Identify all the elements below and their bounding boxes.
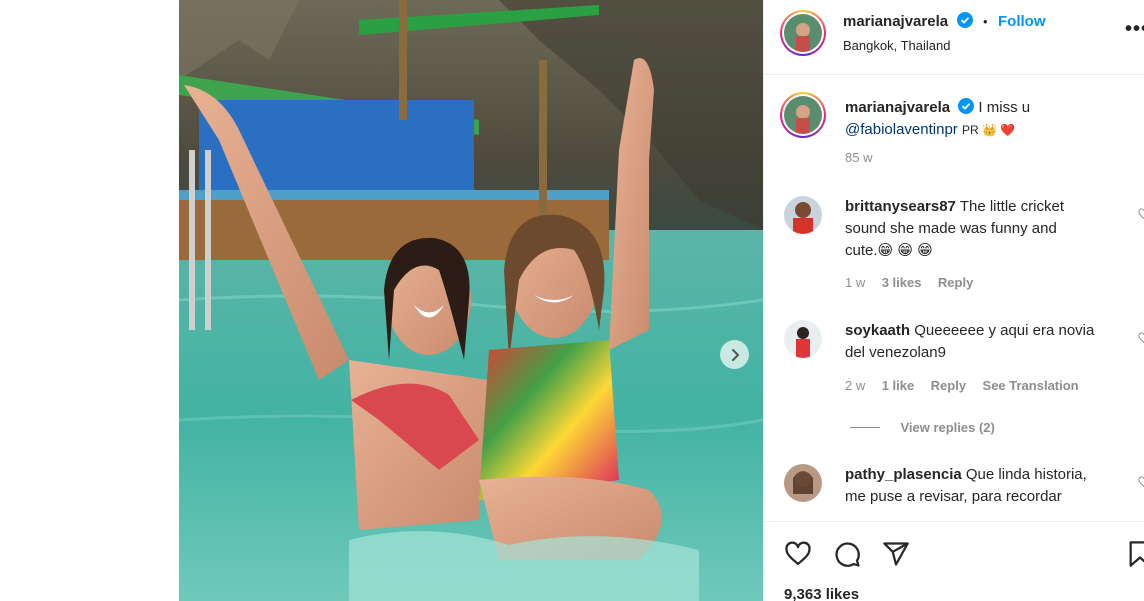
heart-icon[interactable] [1138, 208, 1144, 220]
comment-age: 1 w [845, 275, 866, 290]
share-icon[interactable] [882, 540, 910, 568]
comment-text: Queeeeee y aqui era novia [914, 322, 1095, 339]
comment-text: cute.😁 😁 😁 [845, 242, 933, 259]
avatar-image [784, 14, 822, 52]
caption-mention[interactable]: @fabiolaventinpr [845, 121, 958, 138]
post-photo[interactable] [179, 0, 763, 601]
post-photo-image [179, 0, 763, 601]
view-replies-label: View replies (2) [900, 420, 995, 435]
comment-age: 2 w [845, 378, 866, 393]
more-icon[interactable]: ••• [1125, 18, 1144, 41]
comment-likes[interactable]: 3 likes [882, 275, 922, 290]
header-title-row: marianajvarela • Follow [843, 12, 1046, 31]
page-background [0, 0, 179, 601]
caption-age: 85 w [845, 150, 873, 165]
verified-icon [956, 12, 973, 28]
comment-author[interactable]: brittanysears87 [845, 198, 956, 215]
comment-meta: 2 w 1 like Reply See Translation [845, 377, 1079, 395]
commenter-avatar[interactable] [784, 464, 822, 502]
post-location[interactable]: Bangkok, Thailand [843, 38, 950, 53]
commenter-avatar[interactable] [784, 320, 822, 358]
avatar-image [784, 96, 822, 134]
heart-icon[interactable] [1138, 476, 1144, 488]
reply-button[interactable]: Reply [938, 275, 973, 290]
see-translation-button[interactable]: See Translation [983, 378, 1079, 393]
replies-divider [850, 427, 880, 429]
comment-body: brittanysears87 The little cricket sound… [845, 196, 1125, 262]
commenter-avatar[interactable] [784, 196, 822, 234]
comment-icon[interactable] [833, 540, 861, 568]
reply-button[interactable]: Reply [931, 378, 966, 393]
like-heart-icon[interactable] [784, 540, 812, 568]
comment-text: The little cricket [959, 198, 1065, 215]
comment-author[interactable]: soykaath [845, 322, 910, 339]
comment-meta: 1 w 3 likes Reply [845, 274, 973, 292]
bookmark-icon[interactable] [1128, 540, 1144, 568]
author-avatar[interactable] [780, 10, 826, 56]
comment-likes[interactable]: 1 like [882, 378, 915, 393]
comment-body: pathy_plasencia Que linda historia, me p… [845, 464, 1125, 508]
heart-icon[interactable] [1138, 332, 1144, 344]
chevron-right-icon [731, 348, 739, 361]
comment-author[interactable]: pathy_plasencia [845, 466, 962, 483]
header-separator: • [982, 14, 988, 29]
caption-flags: PR 👑 ❤️ [961, 123, 1016, 137]
view-replies-button[interactable]: View replies (2) [850, 419, 995, 437]
caption-avatar[interactable] [780, 92, 826, 138]
avatar-border [782, 94, 824, 136]
caption-author[interactable]: marianajvarela [845, 99, 950, 116]
comment-text: me puse a revisar, para recordar [845, 488, 1062, 505]
comment-text: del venezolan9 [845, 344, 946, 361]
post-side-panel: marianajvarela • Follow Bangkok, Thailan… [763, 0, 1144, 601]
author-username[interactable]: marianajvarela [843, 13, 948, 30]
post-header: marianajvarela • Follow Bangkok, Thailan… [764, 0, 1144, 75]
follow-button[interactable]: Follow [998, 13, 1046, 30]
comment-body: soykaath Queeeeee y aqui era novia del v… [845, 320, 1125, 364]
likes-count[interactable]: 9,363 likes [784, 586, 859, 601]
caption-text: I miss u [978, 99, 1031, 116]
comment-text: sound she made was funny and [845, 220, 1057, 237]
avatar-border [782, 12, 824, 54]
comment-clip: pathy_plasencia Que linda historia, me p… [764, 455, 1144, 520]
comment-text: Que linda historia, [965, 466, 1087, 483]
instagram-post-modal: marianajvarela • Follow Bangkok, Thailan… [0, 0, 1144, 601]
next-photo-button[interactable] [720, 340, 749, 369]
caption-body: marianajvarela I miss u @fabiolaventinpr… [845, 97, 1135, 141]
verified-icon [958, 98, 975, 114]
